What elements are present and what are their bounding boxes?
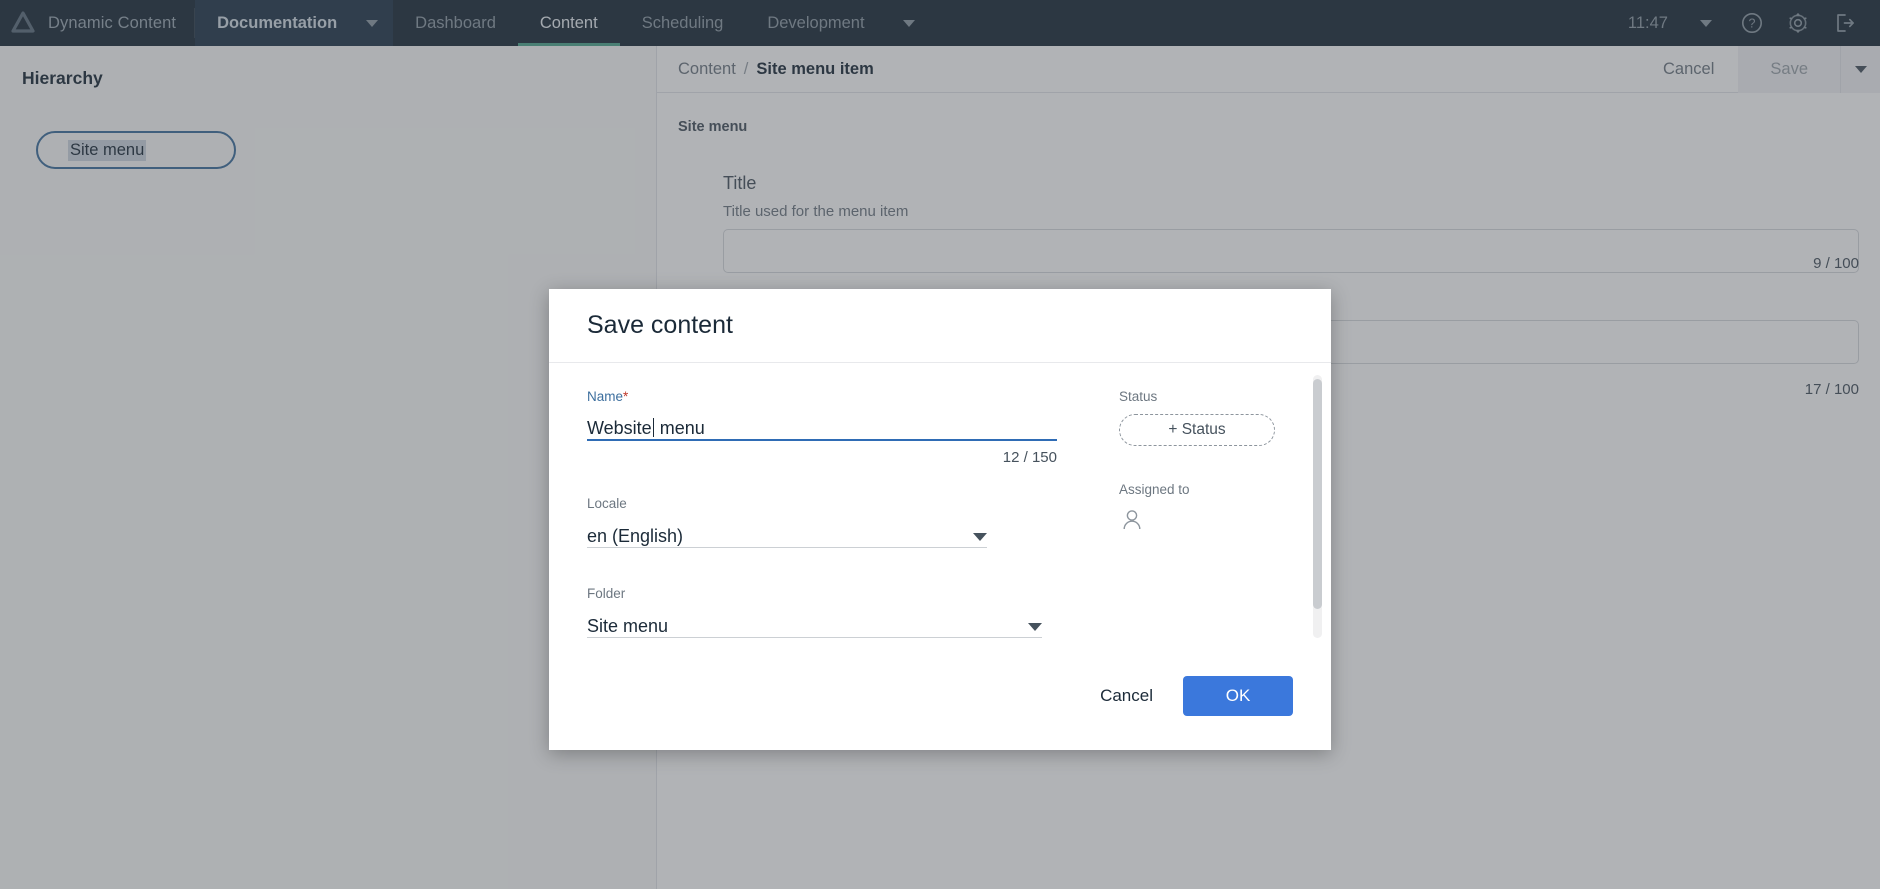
user-outline-icon[interactable] bbox=[1119, 507, 1293, 538]
dialog-right-column: Status + Status Assigned to bbox=[1057, 389, 1293, 642]
save-content-dialog: Save content Name* Website menu 12 / 150… bbox=[549, 289, 1331, 750]
dialog-ok-button[interactable]: OK bbox=[1183, 676, 1293, 716]
required-marker: * bbox=[623, 389, 629, 404]
name-counter: 12 / 150 bbox=[1002, 449, 1057, 466]
name-label-text: Name bbox=[587, 389, 624, 404]
name-value-after: menu bbox=[654, 418, 705, 438]
locale-field: Locale en (English) bbox=[587, 496, 1057, 548]
locale-select[interactable]: en (English) bbox=[587, 514, 987, 548]
folder-select-value: Site menu bbox=[587, 616, 669, 636]
dialog-body: Name* Website menu 12 / 150 Locale en (E… bbox=[549, 363, 1331, 642]
name-field-label: Name* bbox=[587, 389, 1057, 404]
dialog-footer: Cancel OK bbox=[549, 642, 1331, 750]
dialog-title: Save content bbox=[587, 311, 733, 339]
locale-select-value: en (English) bbox=[587, 526, 684, 546]
folder-field-label: Folder bbox=[587, 586, 626, 601]
name-field: Name* Website menu 12 / 150 bbox=[587, 389, 1057, 466]
dialog-header: Save content bbox=[549, 289, 1331, 363]
dialog-left-column: Name* Website menu 12 / 150 Locale en (E… bbox=[587, 389, 1057, 642]
assigned-to-label: Assigned to bbox=[1119, 482, 1190, 497]
name-value-before: Website bbox=[587, 418, 652, 438]
name-input[interactable]: Website menu bbox=[587, 407, 1057, 441]
dialog-cancel-button[interactable]: Cancel bbox=[1080, 676, 1173, 716]
name-input-value: Website menu bbox=[587, 417, 1057, 439]
folder-select[interactable]: Site menu bbox=[587, 604, 1042, 638]
folder-field: Folder Site menu bbox=[587, 586, 1057, 638]
dialog-scrollbar-thumb[interactable] bbox=[1313, 379, 1322, 609]
text-cursor-icon bbox=[652, 418, 654, 437]
locale-field-label: Locale bbox=[587, 496, 627, 511]
chevron-down-icon bbox=[973, 533, 987, 541]
chevron-down-icon bbox=[1028, 623, 1042, 631]
assigned-to-group: Assigned to bbox=[1119, 482, 1293, 538]
app-root: Dynamic Content Documentation Dashboard … bbox=[0, 0, 1880, 889]
add-status-button[interactable]: + Status bbox=[1119, 414, 1275, 446]
status-label: Status bbox=[1119, 389, 1158, 404]
